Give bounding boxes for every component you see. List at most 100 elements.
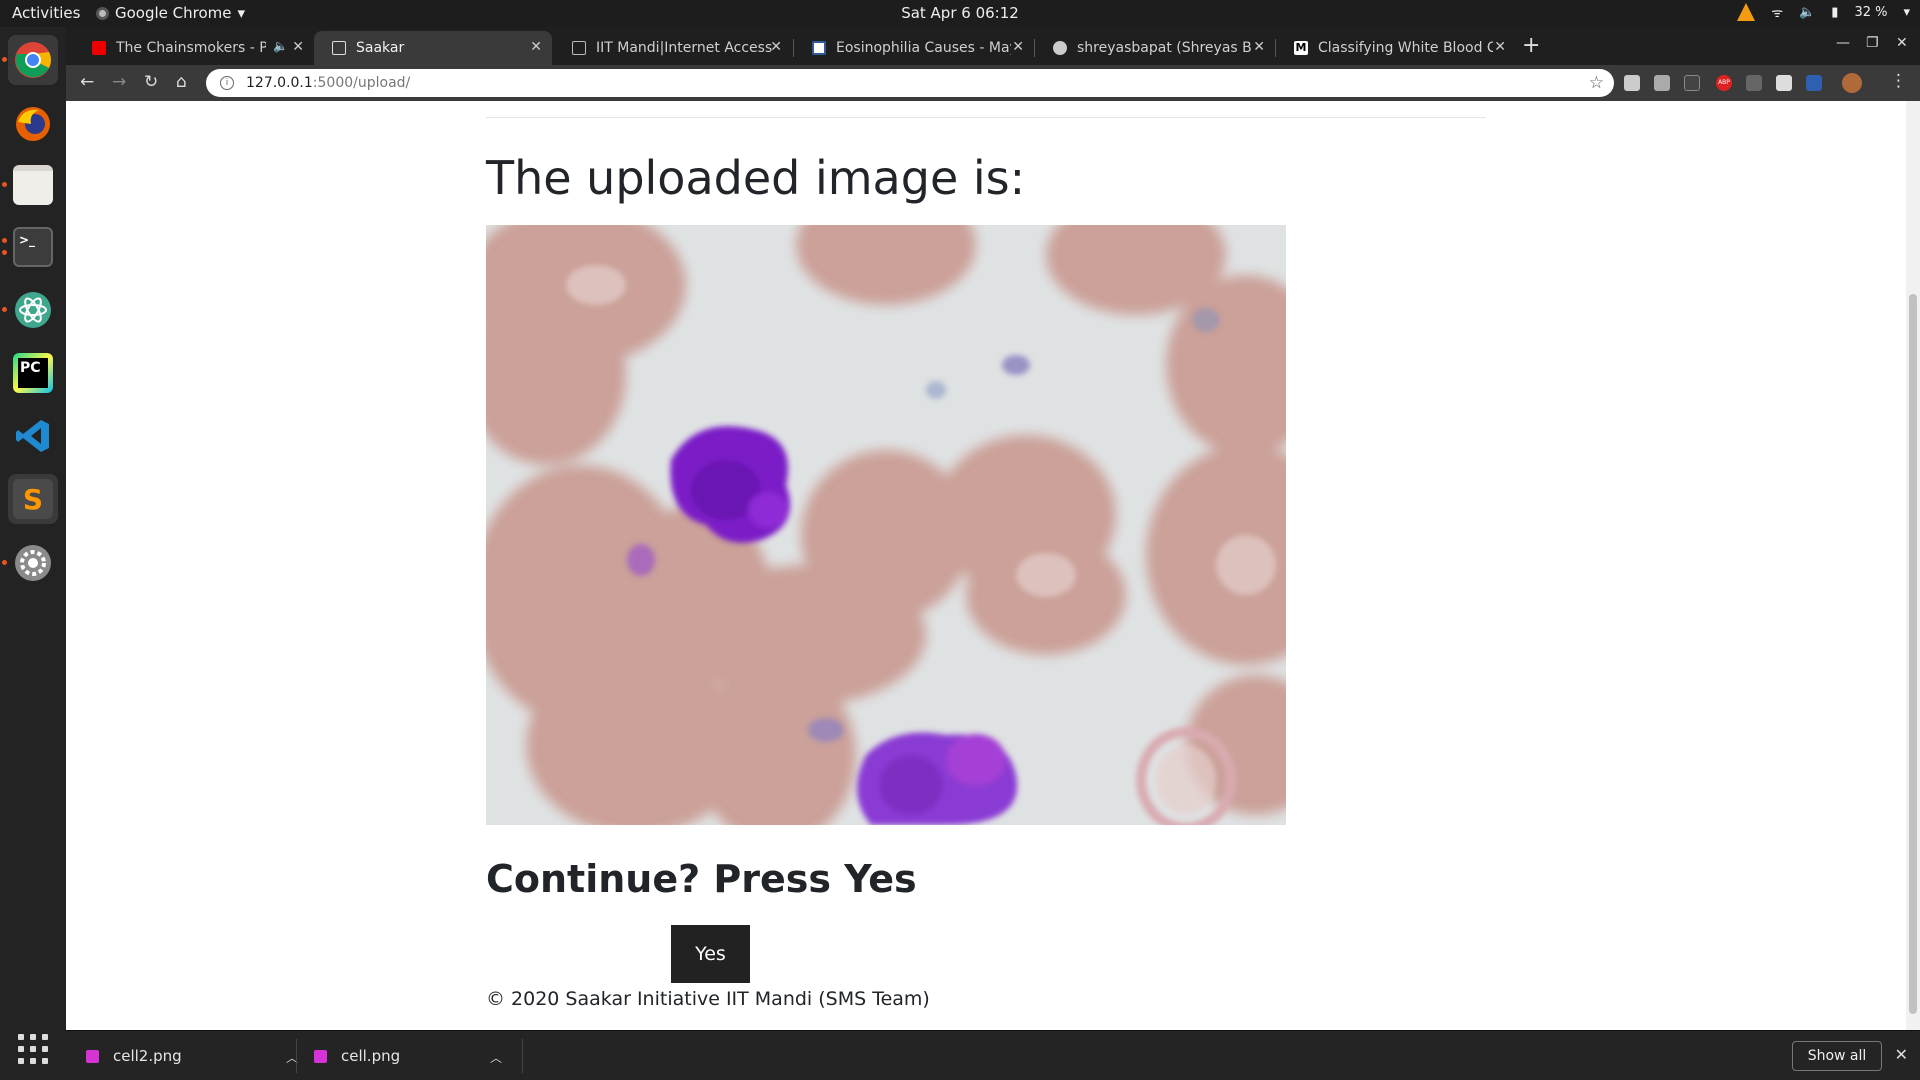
running-indicator <box>2 560 7 565</box>
page-title: The uploaded image is: <box>486 151 1026 205</box>
url-path: :5000/upload/ <box>312 75 411 91</box>
info-icon[interactable]: i <box>220 76 234 90</box>
download-item[interactable]: cell.png ︿ <box>314 1031 524 1080</box>
scrollbar-thumb[interactable] <box>1909 294 1917 1014</box>
dock-atom[interactable] <box>2 285 58 335</box>
forward-button[interactable]: → <box>112 72 126 92</box>
divider <box>486 117 1486 118</box>
camera-extension-icon[interactable] <box>1624 75 1640 91</box>
vlc-icon[interactable] <box>1737 3 1756 21</box>
tab-saakar[interactable]: Saakar ✕ <box>314 31 552 65</box>
dock-chrome[interactable] <box>2 35 58 85</box>
avatar[interactable] <box>1842 73 1862 93</box>
chevron-down-icon: ▾ <box>1903 4 1910 20</box>
tab-github[interactable]: shreyasbapat (Shreyas Ba ✕ <box>1035 31 1275 65</box>
close-icon[interactable]: ✕ <box>1012 39 1024 55</box>
close-icon[interactable]: ✕ <box>530 39 542 55</box>
chrome-app-icon <box>96 6 109 20</box>
battery-percent: 32 % <box>1854 4 1888 20</box>
close-icon[interactable]: ✕ <box>770 39 782 55</box>
scrollbar[interactable] <box>1906 101 1920 1030</box>
tab-iit-mandi[interactable]: IIT Mandi|Internet Access ✕ <box>554 31 792 65</box>
home-button[interactable]: ⌂ <box>176 72 187 92</box>
extension-icon[interactable] <box>1806 75 1822 91</box>
extension-icon[interactable] <box>1776 75 1792 91</box>
extension-icon[interactable] <box>1684 75 1700 91</box>
reload-button[interactable]: ↻ <box>144 72 158 92</box>
tab-title: The Chainsmokers - Pa <box>116 40 266 56</box>
running-indicator <box>2 57 7 62</box>
menu-icon[interactable]: ⋮ <box>1890 71 1907 91</box>
uploaded-cell-image <box>486 225 1286 825</box>
volume-icon: 🔈 <box>1799 4 1816 20</box>
dock: >_ PC S <box>0 27 66 1080</box>
shelf-divider <box>296 1039 297 1073</box>
footer-copyright: © 2020 Saakar Initiative IIT Mandi (SMS … <box>486 988 930 1010</box>
terminal-icon: >_ <box>13 227 53 267</box>
download-filename: cell.png <box>341 1047 401 1065</box>
maximize-button[interactable]: ❐ <box>1866 35 1879 51</box>
page-icon <box>572 41 586 55</box>
continue-prompt: Continue? Press Yes <box>486 857 917 901</box>
app-menu[interactable]: Google Chrome ▾ <box>96 4 245 22</box>
gear-icon <box>15 545 51 581</box>
tab-title: Classifying White Blood C <box>1318 40 1493 56</box>
tab-eosinophilia[interactable]: Eosinophilia Causes - May ✕ <box>794 31 1034 65</box>
close-icon[interactable]: ✕ <box>1253 39 1265 55</box>
activities-button[interactable]: Activities <box>12 4 80 22</box>
image-file-icon <box>86 1049 99 1063</box>
system-tray[interactable]: ᯤ 🔈 ▮ 32 % ▾ <box>1737 3 1910 21</box>
battery-icon: ▮ <box>1831 4 1839 20</box>
tab-title: Eosinophilia Causes - May <box>836 40 1011 56</box>
tab-chainsmokers[interactable]: The Chainsmokers - Pa 🔈 ✕ <box>74 31 314 65</box>
window-close-button[interactable]: ✕ <box>1896 35 1908 51</box>
audio-icon: 🔈 <box>273 39 288 53</box>
running-indicator <box>2 182 7 187</box>
extension-icon[interactable] <box>1654 75 1670 91</box>
download-filename: cell2.png <box>113 1047 182 1065</box>
dock-vscode[interactable] <box>8 411 58 461</box>
address-bar[interactable]: i 127.0.0.1:5000/upload/ ☆ <box>206 69 1614 97</box>
yes-button[interactable]: Yes <box>671 925 750 983</box>
back-button[interactable]: ← <box>80 72 94 92</box>
close-icon[interactable]: ✕ <box>292 39 304 55</box>
dock-terminal[interactable]: >_ <box>2 222 58 272</box>
close-icon[interactable]: ✕ <box>1895 1045 1908 1064</box>
dock-pycharm[interactable]: PC <box>8 348 58 398</box>
download-item[interactable]: cell2.png ︿ <box>86 1031 298 1080</box>
url-host: 127.0.0.1 <box>246 75 313 91</box>
chevron-up-icon[interactable]: ︿ <box>490 1049 502 1066</box>
page-viewport: The uploaded image is: Continue? Press Y… <box>66 101 1920 1030</box>
youtube-icon <box>92 41 106 55</box>
minimize-button[interactable]: — <box>1836 35 1850 51</box>
image-file-icon <box>314 1049 327 1063</box>
running-indicator <box>2 238 7 243</box>
tab-title: IIT Mandi|Internet Access <box>596 40 773 56</box>
mayo-icon <box>812 41 826 55</box>
show-applications-icon[interactable] <box>18 1034 48 1064</box>
dock-settings[interactable] <box>2 538 58 588</box>
tab-medium[interactable]: M Classifying White Blood C ✕ <box>1276 31 1516 65</box>
system-top-bar: Activities Google Chrome ▾ Sat Apr 6 06:… <box>0 0 1920 27</box>
shelf-divider <box>522 1039 523 1073</box>
sublime-icon: S <box>13 479 53 519</box>
files-icon <box>13 165 53 205</box>
bookmark-star-icon[interactable]: ☆ <box>1589 73 1604 93</box>
new-tab-button[interactable]: + <box>1522 33 1540 58</box>
dock-sublime[interactable]: S <box>8 474 58 524</box>
pen-extension-icon[interactable] <box>1746 75 1762 91</box>
show-all-button[interactable]: Show all <box>1792 1041 1882 1071</box>
adblock-icon[interactable]: ABP <box>1716 75 1732 91</box>
clock[interactable]: Sat Apr 6 06:12 <box>0 4 1920 22</box>
medium-icon: M <box>1294 41 1308 55</box>
chrome-icon <box>15 42 51 78</box>
firefox-icon <box>16 107 50 141</box>
page-icon <box>332 41 346 55</box>
app-name: Google Chrome <box>115 4 232 22</box>
dock-files[interactable] <box>2 160 58 210</box>
close-icon[interactable]: ✕ <box>1494 39 1506 55</box>
vscode-icon <box>16 420 49 452</box>
tab-strip: The Chainsmokers - Pa 🔈 ✕ Saakar ✕ IIT M… <box>66 27 1920 65</box>
dock-firefox[interactable] <box>8 99 58 149</box>
atom-icon <box>15 292 51 328</box>
